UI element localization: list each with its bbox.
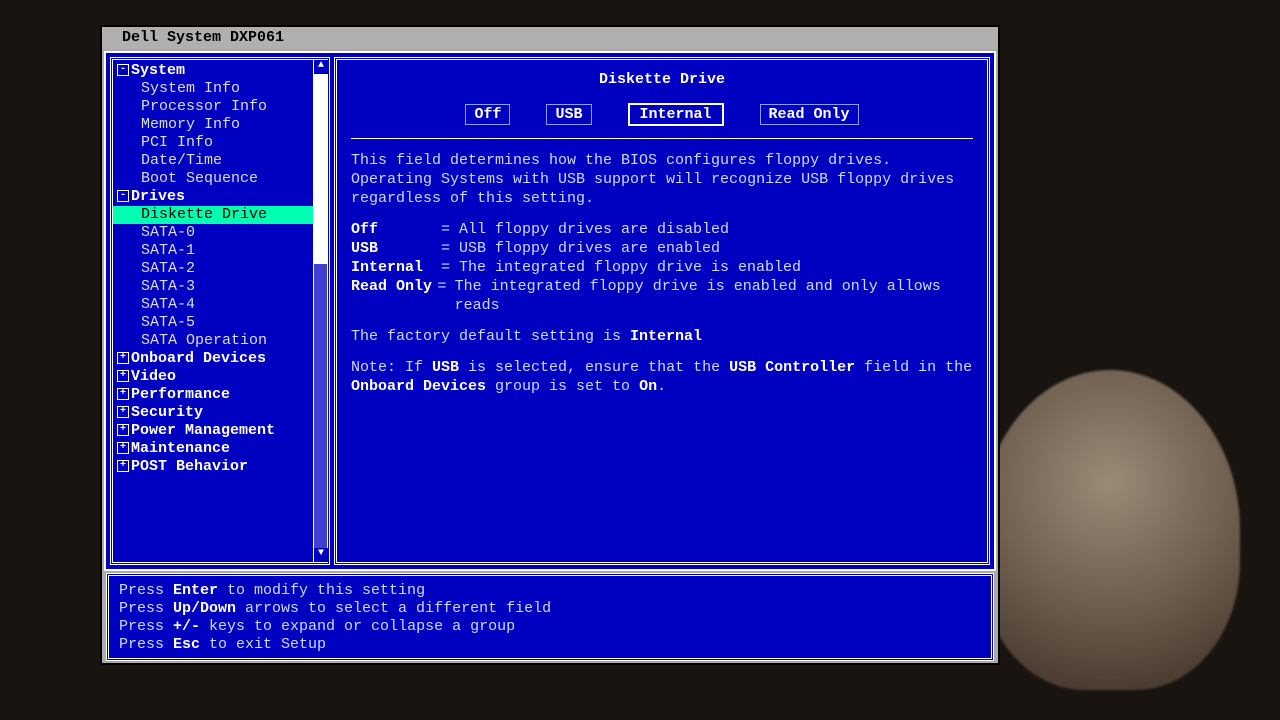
nav-group-security[interactable]: +Security [113,404,327,422]
window-title: Dell System DXP061 [102,27,998,49]
nav-group-label: Drives [131,188,185,205]
nav-group-label: Security [131,404,203,421]
stuffed-animal [980,370,1240,690]
nav-item-sata-5[interactable]: SATA-5 [113,314,327,332]
nav-group-label: Onboard Devices [131,350,266,367]
nav-item-sata-0[interactable]: SATA-0 [113,224,327,242]
definition-row: Off= All floppy drives are disabled [351,220,973,239]
nav-item-pci-info[interactable]: PCI Info [113,134,327,152]
nav-group-onboard-devices[interactable]: +Onboard Devices [113,350,327,368]
option-definitions: Off= All floppy drives are disabledUSB= … [351,220,973,315]
nav-group-post-behavior[interactable]: +POST Behavior [113,458,327,476]
plus-icon[interactable]: + [117,388,129,400]
nav-group-label: Performance [131,386,230,403]
nav-group-label: Power Management [131,422,275,439]
plus-icon[interactable]: + [117,442,129,454]
definition-key: Off [351,220,441,239]
definition-row: Internal= The integrated floppy drive is… [351,258,973,277]
definition-key: USB [351,239,441,258]
bios-setup-window: Dell System DXP061 -SystemSystem InfoPro… [100,25,1000,665]
definition-row: Read Only= The integrated floppy drive i… [351,277,973,315]
definition-value: USB floppy drives are enabled [459,239,720,258]
nav-group-power-management[interactable]: +Power Management [113,422,327,440]
equals-icon: = [441,220,459,239]
nav-group-drives[interactable]: -Drives [113,188,327,206]
minus-icon[interactable]: - [117,64,129,76]
nav-group-maintenance[interactable]: +Maintenance [113,440,327,458]
definition-key: Internal [351,258,441,277]
definition-value: All floppy drives are disabled [459,220,729,239]
minus-icon[interactable]: - [117,190,129,202]
plus-icon[interactable]: + [117,352,129,364]
nav-item-system-info[interactable]: System Info [113,80,327,98]
nav-item-sata-2[interactable]: SATA-2 [113,260,327,278]
option-read-only[interactable]: Read Only [760,104,859,125]
nav-group-system[interactable]: -System [113,62,327,80]
plus-icon[interactable]: + [117,406,129,418]
definition-value: The integrated floppy drive is enabled [459,258,801,277]
option-internal[interactable]: Internal [628,103,724,126]
equals-icon: = [441,258,459,277]
definition-row: USB= USB floppy drives are enabled [351,239,973,258]
equals-icon: = [437,277,454,315]
nav-item-boot-sequence[interactable]: Boot Sequence [113,170,327,188]
nav-group-performance[interactable]: +Performance [113,386,327,404]
plus-icon[interactable]: + [117,370,129,382]
nav-group-label: System [131,62,185,79]
content-panel: Diskette Drive OffUSBInternalRead Only T… [334,57,990,565]
nav-item-sata-1[interactable]: SATA-1 [113,242,327,260]
scroll-up-icon[interactable]: ▲ [314,60,328,74]
plus-icon[interactable]: + [117,424,129,436]
setting-title: Diskette Drive [351,70,973,89]
nav-item-sata-4[interactable]: SATA-4 [113,296,327,314]
nav-group-label: Video [131,368,176,385]
main-area: -SystemSystem InfoProcessor InfoMemory I… [104,51,996,571]
nav-item-diskette-drive[interactable]: Diskette Drive [113,206,327,224]
key-hints: Press Enter to modify this setting Press… [106,573,994,661]
scroll-down-icon[interactable]: ▼ [314,548,328,562]
nav-item-processor-info[interactable]: Processor Info [113,98,327,116]
definition-value: The integrated floppy drive is enabled a… [455,277,973,315]
nav-item-sata-operation[interactable]: SATA Operation [113,332,327,350]
option-usb[interactable]: USB [546,104,591,125]
note-text: Note: If USB is selected, ensure that th… [351,358,973,396]
options-row: Off USB Internal Read Only [351,103,973,126]
scroll-thumb[interactable] [314,74,328,264]
equals-icon: = [441,239,459,258]
nav-group-label: POST Behavior [131,458,248,475]
option-off[interactable]: Off [465,104,510,125]
plus-icon[interactable]: + [117,460,129,472]
nav-group-video[interactable]: +Video [113,368,327,386]
divider [351,138,973,139]
definition-key: Read Only [351,277,437,315]
help-intro: This field determines how the BIOS confi… [351,151,973,208]
nav-tree[interactable]: -SystemSystem InfoProcessor InfoMemory I… [110,57,330,565]
nav-scrollbar[interactable]: ▲ ▼ [313,60,327,562]
nav-item-date/time[interactable]: Date/Time [113,152,327,170]
nav-group-label: Maintenance [131,440,230,457]
nav-item-sata-3[interactable]: SATA-3 [113,278,327,296]
nav-item-memory-info[interactable]: Memory Info [113,116,327,134]
factory-default: The factory default setting is Internal [351,327,973,346]
